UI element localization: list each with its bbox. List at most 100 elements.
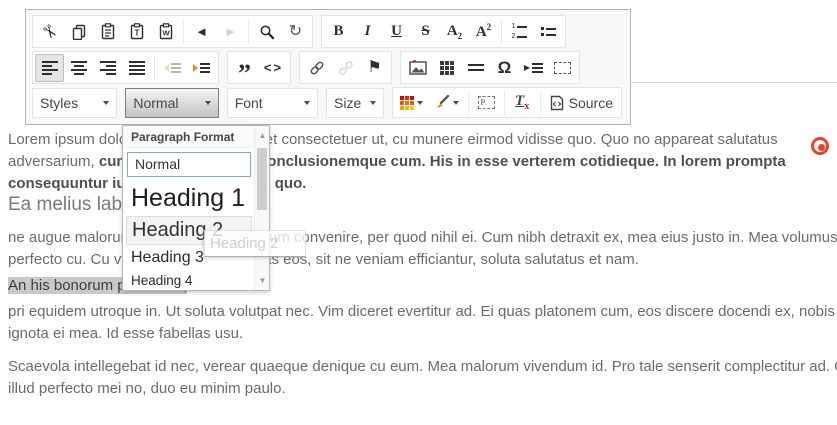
size-label: Size: [334, 95, 361, 111]
scrollbar-thumb[interactable]: [257, 148, 267, 210]
italic-button[interactable]: I: [353, 18, 382, 46]
format-option-heading-4[interactable]: Heading 4: [123, 270, 255, 291]
superscript-button[interactable]: A2: [469, 18, 498, 46]
fading-tooltip: Heading 2: [204, 230, 306, 257]
find-button[interactable]: [252, 18, 281, 46]
horizontal-rule-button[interactable]: [461, 54, 490, 82]
paragraph-format-dropdown[interactable]: Normal: [125, 88, 218, 118]
align-center-button[interactable]: [64, 54, 93, 82]
align-right-button[interactable]: [93, 54, 122, 82]
subscript-button[interactable]: A2: [440, 18, 469, 46]
svg-text:T: T: [134, 29, 139, 38]
source-label: Source: [569, 95, 613, 111]
paste-from-word-button[interactable]: W: [151, 18, 180, 46]
select-all-button[interactable]: [548, 54, 577, 82]
align-right-icon: [100, 61, 116, 75]
code-snippet-button[interactable]: <>: [259, 54, 288, 82]
chevron-down-icon: [417, 101, 423, 105]
orange-arrow: [193, 64, 198, 72]
paragraph-line: ignota ei mea. Id esse fabellas usu.: [8, 325, 243, 342]
bars: [532, 63, 543, 73]
separator: [154, 56, 155, 80]
cut-button[interactable]: ✂: [35, 18, 64, 46]
page-break-button[interactable]: ▶: [519, 54, 548, 82]
strikethrough-button[interactable]: S: [411, 18, 440, 46]
colors-tools-group: P Tx Source: [392, 87, 622, 118]
format-options-list: Normal Heading 1 Heading 2 Heading 3 Hea…: [123, 152, 255, 291]
redo-button[interactable]: ►: [216, 18, 245, 46]
special-character-button[interactable]: Ω: [490, 54, 519, 82]
scroll-up-icon[interactable]: ▲: [255, 128, 270, 143]
editor-toolbar: ✂ T W ◄ ► ↻ B I U S: [25, 9, 631, 125]
panel-scrollbar[interactable]: ▲ ▼: [254, 126, 269, 290]
insert-group: Ω ▶: [400, 51, 580, 84]
bullet-list-button[interactable]: [534, 18, 563, 46]
replace-icon: ↻: [289, 24, 302, 40]
omega-icon: Ω: [498, 59, 512, 76]
background-color-button[interactable]: [429, 89, 465, 117]
insert-table-button[interactable]: [432, 54, 461, 82]
bar: [546, 28, 556, 30]
paste-button[interactable]: [93, 18, 122, 46]
orange-arrow: [164, 64, 169, 72]
paste-from-word-icon: W: [158, 23, 174, 40]
paragraph-line: illud perfecto mei no, duo eu minim paul…: [8, 380, 286, 397]
align-left-button[interactable]: [35, 54, 64, 82]
paste-plain-text-button[interactable]: T: [122, 18, 151, 46]
numbered-list-row: 1: [512, 23, 528, 30]
toolbar-row-1: ✂ T W ◄ ► ↻ B I U S: [32, 15, 630, 48]
code-icon: <>: [264, 60, 283, 75]
copy-button[interactable]: [64, 18, 93, 46]
bold-button[interactable]: B: [324, 18, 353, 46]
replace-button[interactable]: ↻: [281, 18, 310, 46]
subscript-icon: A2: [447, 23, 462, 41]
blockquote-button[interactable]: ”: [230, 54, 259, 82]
font-dropdown[interactable]: Font: [227, 88, 318, 118]
scroll-down-icon[interactable]: ▼: [255, 273, 270, 288]
justify-button[interactable]: [122, 54, 151, 82]
quote-group: ” <>: [227, 51, 291, 84]
superscript-icon: A2: [476, 22, 491, 41]
subscript-letter: A: [447, 23, 458, 39]
numbered-list-row: 2: [512, 33, 528, 40]
numbered-list-button[interactable]: 1 2: [505, 18, 534, 46]
bars: [171, 63, 181, 73]
indent-button[interactable]: [187, 54, 216, 82]
indent-icon: [193, 63, 210, 73]
chevron-down-icon: [453, 101, 459, 105]
styles-dropdown[interactable]: Styles: [32, 88, 117, 118]
superscript-letter: A: [476, 24, 487, 40]
align-left-icon: [42, 61, 58, 75]
unlink-button[interactable]: [331, 54, 360, 82]
dashed-box-icon: [554, 62, 571, 74]
format-option-heading-1[interactable]: Heading 1: [123, 181, 255, 215]
remove-format-button[interactable]: Tx: [508, 89, 537, 117]
anchor-flag-icon: ⚑: [367, 60, 381, 76]
paragraph-group: [32, 51, 219, 84]
paragraph-line: pri equidem utroque in. Ut soluta volutp…: [8, 303, 835, 320]
source-button[interactable]: Source: [544, 89, 619, 117]
outdent-button[interactable]: [158, 54, 187, 82]
target-marker-dot: [818, 144, 825, 151]
format-option-normal[interactable]: Normal: [127, 152, 251, 177]
underline-button[interactable]: U: [382, 18, 411, 46]
paragraph-line: perfecto cu. Cu vix wisi mundi sententia…: [8, 251, 639, 268]
link-button[interactable]: [302, 54, 331, 82]
page-break-icon: ▶: [524, 63, 543, 73]
bar: [546, 34, 556, 36]
text-color-button[interactable]: [395, 89, 429, 117]
bullet: [541, 27, 544, 30]
text-run: adversarium,: [8, 153, 99, 170]
size-dropdown[interactable]: Size: [326, 88, 384, 118]
insert-image-button[interactable]: [403, 54, 432, 82]
show-blocks-button[interactable]: P: [472, 89, 501, 117]
redo-icon: ►: [224, 25, 237, 38]
separator: [248, 20, 249, 44]
anchor-button[interactable]: ⚑: [360, 54, 389, 82]
styles-label: Styles: [40, 95, 78, 111]
editor-top-border: [631, 82, 837, 83]
undo-button[interactable]: ◄: [187, 18, 216, 46]
color-grid: [400, 96, 414, 110]
letter-t: T: [515, 93, 524, 109]
table-icon: [440, 61, 454, 75]
